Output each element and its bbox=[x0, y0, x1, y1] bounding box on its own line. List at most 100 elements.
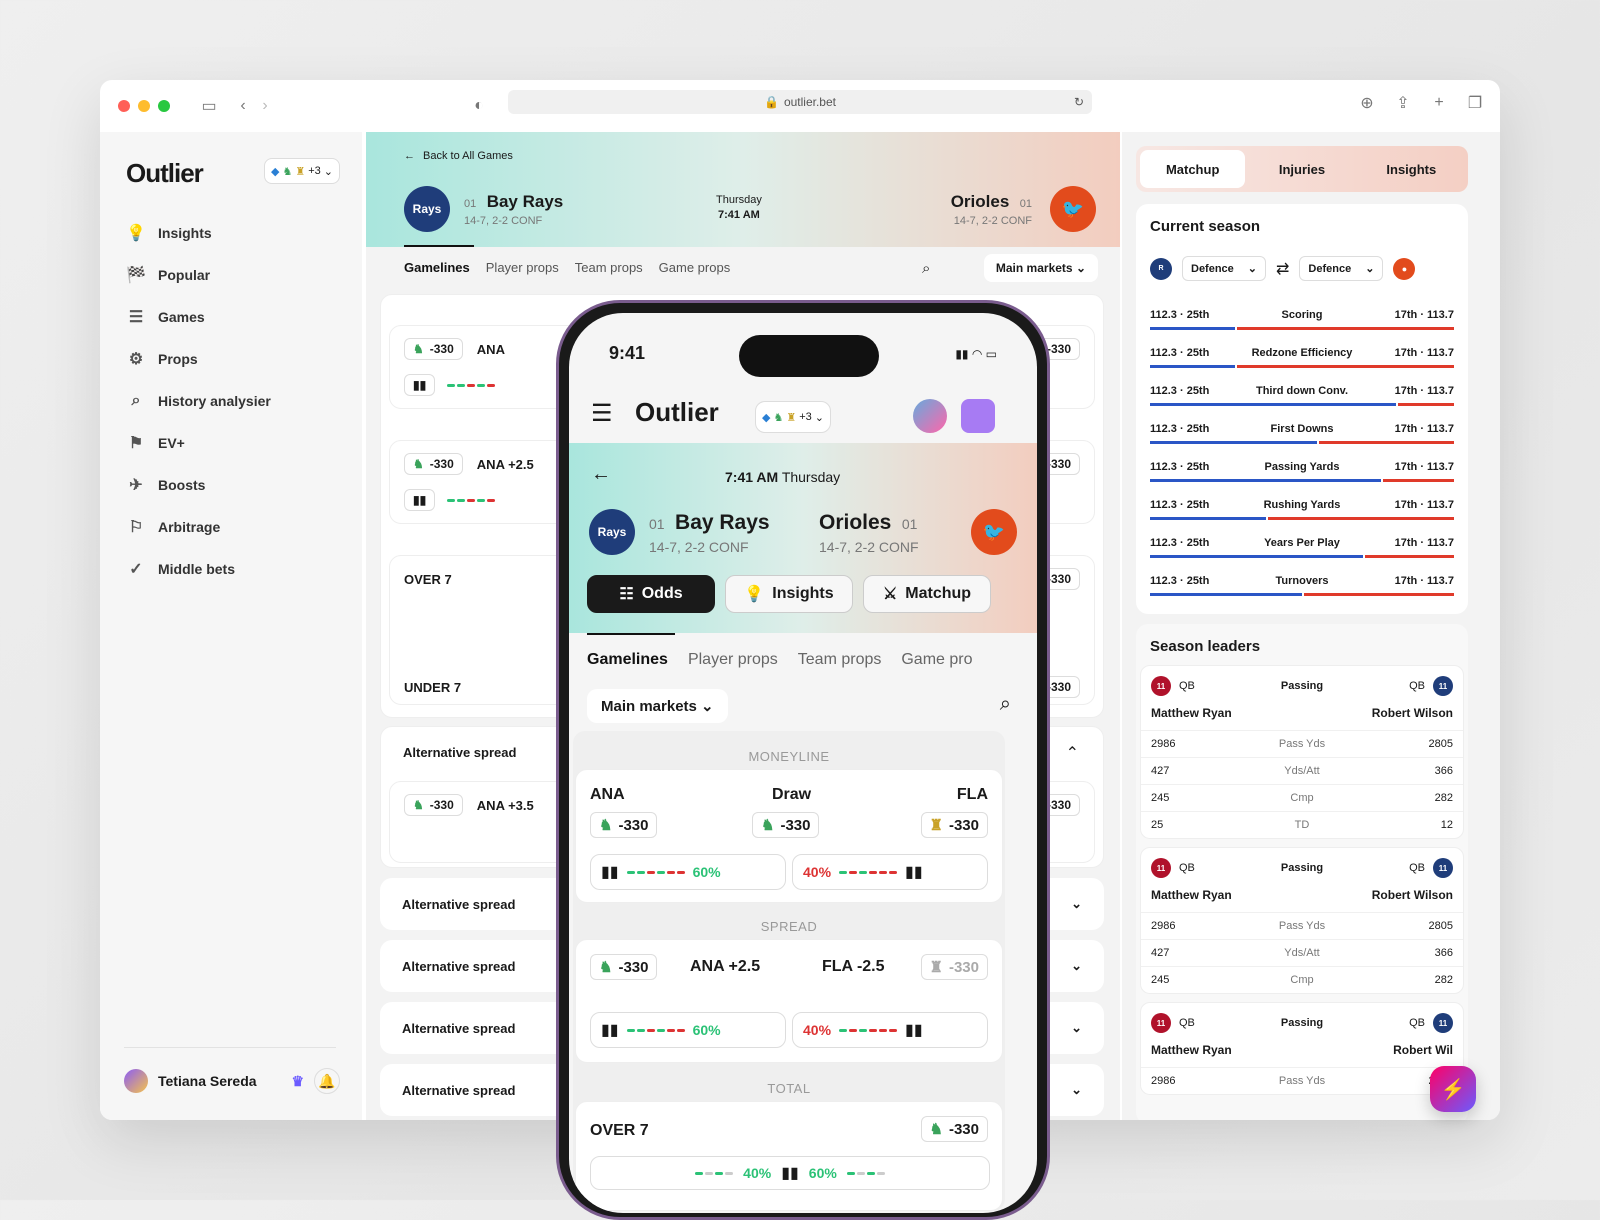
forward-icon[interactable]: › bbox=[254, 95, 276, 117]
tab-3[interactable]: Game props bbox=[659, 260, 731, 275]
rocket-icon: ✈ bbox=[129, 477, 143, 494]
tab-1[interactable]: Player props bbox=[486, 260, 559, 275]
sidebar-item-label: Popular bbox=[158, 267, 211, 283]
sidebar-item-4[interactable]: ⌕ History analysier bbox=[126, 380, 346, 422]
shield-icon[interactable]: ◐ bbox=[468, 95, 490, 117]
history-icon: ⌕ bbox=[131, 392, 141, 409]
odds-pill[interactable]: ♞ -330 bbox=[404, 453, 463, 475]
download-icon[interactable]: ⊕ bbox=[1356, 92, 1378, 114]
chevron-down-icon: ⌄ bbox=[1247, 263, 1258, 275]
ml-pct-left[interactable]: ▮▮ 60% bbox=[590, 854, 786, 890]
sidebar-item-7[interactable]: ⚐ Arbitrage bbox=[126, 506, 346, 548]
boost-fab[interactable]: ⚡ bbox=[1430, 1066, 1476, 1112]
ml-pct-right[interactable]: 40% ▮▮ bbox=[792, 854, 988, 890]
orioles-logo: 🐦 bbox=[1050, 186, 1096, 232]
dynamic-island bbox=[739, 335, 879, 377]
close-icon[interactable] bbox=[118, 100, 130, 112]
defence-dropdown-left[interactable]: Defence ⌄ bbox=[1182, 256, 1267, 281]
leader-stat-row: 2986Pass Yds2805 bbox=[1141, 1067, 1463, 1094]
bell-icon[interactable]: 🔔 bbox=[314, 1068, 340, 1094]
sp-pct-left[interactable]: ▮▮ 60% bbox=[590, 1012, 786, 1048]
game-header: ← Back to All Games Rays 01 Bay Rays 14-7,… bbox=[366, 132, 1120, 247]
odds-value: -330 bbox=[948, 1120, 979, 1138]
sp-pct-right[interactable]: 40% ▮▮ bbox=[792, 1012, 988, 1048]
league-chip[interactable]: ◆ ♞ ♜ +3 ⌄ bbox=[264, 158, 340, 184]
chart-icon[interactable]: ▮▮ bbox=[404, 489, 436, 511]
main-markets-dropdown[interactable]: Main markets ⌄ bbox=[983, 254, 1098, 282]
outlier-logo[interactable]: Outlier bbox=[126, 158, 204, 189]
search-icon[interactable]: ⌕ bbox=[1000, 693, 1011, 716]
sidebar-item-0[interactable]: 💡 Insights bbox=[126, 212, 346, 254]
leader-card[interactable]: 11 QB Passing QB 11 Matthew Ryan Robert Wilson… bbox=[1140, 847, 1464, 994]
leader-card[interactable]: 11 QB Passing QB 11 Matthew Ryan Robert Wilson… bbox=[1140, 665, 1464, 839]
outlier-logo[interactable]: Outlier bbox=[635, 397, 719, 428]
ml-ana-odds[interactable]: ♞ -330 bbox=[590, 812, 658, 838]
sidebar-item-3[interactable]: ⚙ Props bbox=[126, 338, 346, 380]
leader-card[interactable]: 11 QB Passing QB 11 Matthew Ryan Robert Wil 298… bbox=[1140, 1002, 1464, 1095]
right-tab-1[interactable]: Injuries bbox=[1249, 150, 1354, 188]
sp-ana-odds[interactable]: ♞ -330 bbox=[590, 954, 658, 980]
odds-tab[interactable]: ☷ Odds bbox=[587, 575, 715, 613]
sidebar-toggle-icon[interactable]: ▭ bbox=[198, 95, 220, 117]
menu-icon[interactable]: ☰ bbox=[591, 399, 613, 428]
sidebar-item-8[interactable]: ✓ Middle bets bbox=[126, 548, 346, 590]
sidebar-item-6[interactable]: ✈ Boosts bbox=[126, 464, 346, 506]
moneyline-header: MONEYLINE bbox=[748, 749, 830, 764]
stat-bar bbox=[1150, 441, 1454, 444]
phone-tab-3[interactable]: Game pro bbox=[901, 651, 972, 669]
odds-pill[interactable]: ♞ -330 bbox=[404, 794, 463, 816]
user-profile[interactable]: Tetiana Sereda ♛ 🔔 bbox=[124, 1068, 340, 1094]
back-link[interactable]: ← Back to All Games bbox=[404, 150, 513, 162]
tot-odds[interactable]: ♞ -330 bbox=[920, 1116, 988, 1142]
ml-fla-odds[interactable]: ♜ -330 bbox=[920, 812, 988, 838]
chart-icon: ▮▮ bbox=[781, 1165, 799, 1182]
reload-icon[interactable]: ↻ bbox=[1074, 95, 1084, 109]
phone-tab-2[interactable]: Team props bbox=[798, 651, 882, 669]
matchup-tab[interactable]: ⚔ Matchup bbox=[863, 575, 991, 613]
chart-icon[interactable]: ▮▮ bbox=[404, 374, 436, 396]
search-icon[interactable]: ⌕ bbox=[922, 260, 930, 277]
leader-p1: Matthew Ryan bbox=[1151, 706, 1232, 720]
sidebar-item-1[interactable]: 🏁 Popular bbox=[126, 254, 346, 296]
main-markets-dropdown[interactable]: Main markets ⌄ bbox=[587, 689, 728, 723]
minimize-icon[interactable] bbox=[138, 100, 150, 112]
tot-pct[interactable]: 40% ▮▮ 60% bbox=[590, 1156, 990, 1190]
phone-home-team: 01 Bay Rays 14-7, 2-2 CONF bbox=[649, 511, 770, 555]
address-bar[interactable]: 🔒 outlier.bet ↻ bbox=[508, 90, 1092, 114]
right-tab-2[interactable]: Insights bbox=[1359, 150, 1464, 188]
pct-right: 60% bbox=[808, 1165, 837, 1181]
league-chip[interactable]: ◆ ♞ ♜ +3 ⌄ bbox=[755, 401, 831, 433]
tab-2[interactable]: Team props bbox=[575, 260, 643, 275]
phone-tab-0[interactable]: Gamelines bbox=[587, 651, 668, 669]
defence-dropdown-right[interactable]: Defence ⌄ bbox=[1299, 256, 1384, 281]
tab-0[interactable]: Gamelines bbox=[404, 260, 470, 275]
sp-fla-odds[interactable]: ♜ -330 bbox=[920, 954, 988, 980]
stat-left: 112.3 · 25th bbox=[1150, 423, 1210, 435]
new-tab-icon[interactable]: + bbox=[1428, 92, 1450, 114]
ml-draw-odds[interactable]: ♞ -330 bbox=[752, 812, 820, 838]
avatar[interactable] bbox=[961, 399, 995, 433]
sidebar-item-label: Props bbox=[158, 351, 198, 367]
leaders-list: 11 QB Passing QB 11 Matthew Ryan Robert Wilson… bbox=[1136, 665, 1468, 1095]
odds-pill[interactable]: ♞ -330 bbox=[404, 338, 463, 360]
sidebar-item-label: History analysier bbox=[158, 393, 271, 409]
phone-tab-1[interactable]: Player props bbox=[688, 651, 778, 669]
right-tab-0[interactable]: Matchup bbox=[1140, 150, 1246, 188]
boost-icon[interactable] bbox=[913, 399, 947, 433]
sidebar-item-5[interactable]: ⚑ EV+ bbox=[126, 422, 346, 464]
share-icon[interactable]: ⇪ bbox=[1392, 92, 1414, 114]
sidebar-item-2[interactable]: ☰ Games bbox=[126, 296, 346, 338]
stat-bar bbox=[1150, 593, 1454, 596]
leader-cat: Passing bbox=[1280, 862, 1324, 874]
odds-value: -330 bbox=[618, 816, 649, 834]
arrow-left-icon[interactable]: ← bbox=[591, 463, 611, 486]
alt-spread-title: Alternative spread bbox=[402, 1082, 516, 1098]
chevron-up-icon[interactable]: ⌃ bbox=[1066, 743, 1079, 763]
browser-toolbar: ▭ ‹ › ◐ 🔒 outlier.bet ↻ ⊕ ⇪ + ❐ bbox=[100, 80, 1500, 132]
stat-right: 17th · 113.7 bbox=[1394, 537, 1454, 549]
zoom-icon[interactable] bbox=[158, 100, 170, 112]
insights-tab[interactable]: 💡 Insights bbox=[725, 575, 853, 613]
tabs-icon[interactable]: ❐ bbox=[1464, 92, 1486, 114]
swap-icon[interactable]: ⇄ bbox=[1276, 259, 1289, 279]
back-icon[interactable]: ‹ bbox=[232, 95, 254, 117]
